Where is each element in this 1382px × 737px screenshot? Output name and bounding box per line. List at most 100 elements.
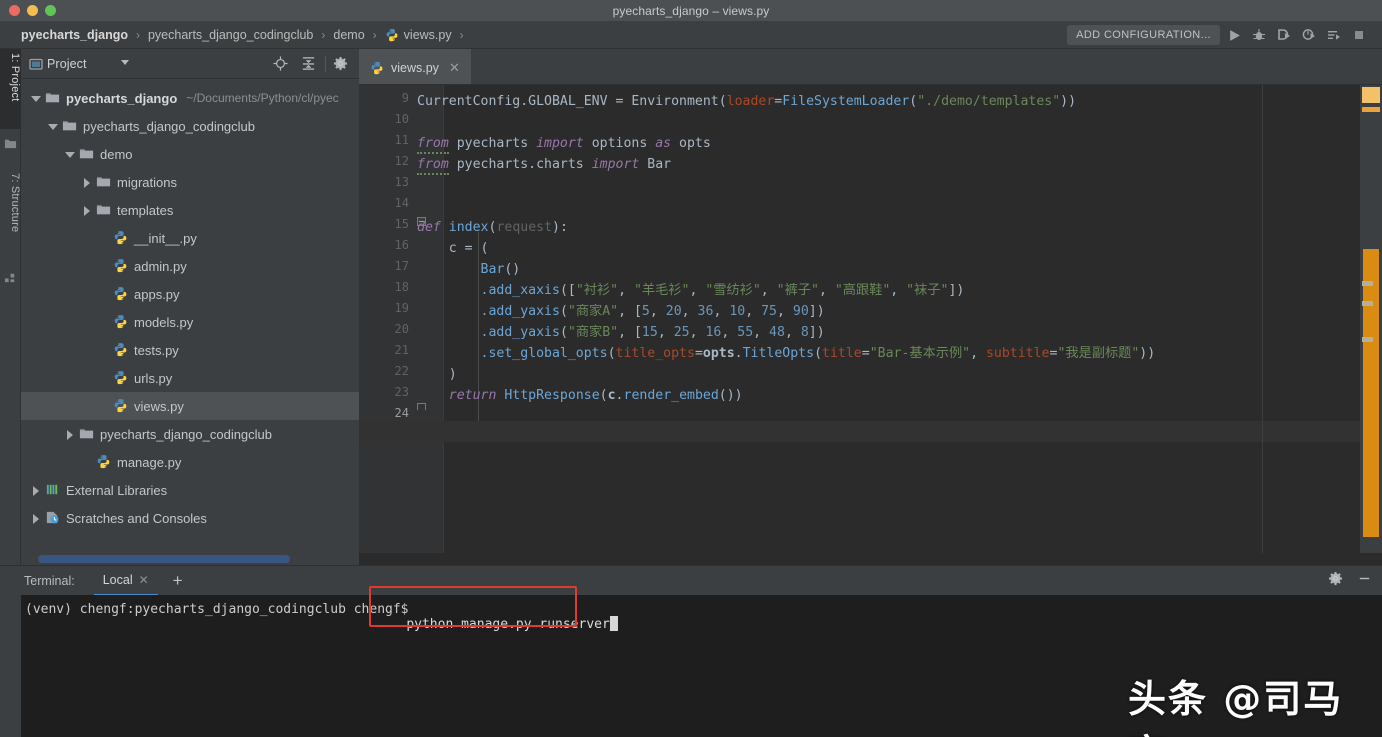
tree-item-pyecharts-django[interactable]: pyecharts_django ~/Documents/Python/cl/py… xyxy=(21,84,359,112)
tree-toggle-arrow[interactable] xyxy=(29,484,42,497)
add-configuration-button[interactable]: ADD CONFIGURATION... xyxy=(1067,25,1220,45)
breadcrumb-separator: › xyxy=(372,27,377,42)
breadcrumb-separator: › xyxy=(459,27,464,42)
folder-icon xyxy=(4,137,17,150)
tree-item-scratches-and-consoles[interactable]: Scratches and Consoles xyxy=(21,504,359,532)
tree-toggle-arrow[interactable] xyxy=(80,204,93,217)
terminal-header: Terminal: Local ✕ + xyxy=(0,565,1382,596)
gear-icon[interactable] xyxy=(1328,571,1343,591)
collapse-all-icon[interactable] xyxy=(301,56,316,71)
tree-item-label: pyecharts_django_codingclub xyxy=(83,118,256,134)
tree-item-templates[interactable]: templates xyxy=(21,196,359,224)
tree-item-demo[interactable]: demo xyxy=(21,140,359,168)
code-line[interactable]: .add_yaxis("商家B", [15, 25, 16, 55, 48, 8… xyxy=(417,322,825,343)
code-line[interactable]: .add_yaxis("商家A", [5, 20, 36, 10, 75, 90… xyxy=(417,301,825,322)
tree-item-urls-py[interactable]: urls.py xyxy=(21,364,359,392)
locate-icon[interactable] xyxy=(273,56,288,71)
tab-views-py[interactable]: views.py ✕ xyxy=(359,49,471,84)
line-number: 20 xyxy=(394,322,409,336)
terminal-command-input[interactable]: python manage.py runserver xyxy=(375,601,618,647)
project-panel-title: Project xyxy=(47,56,87,71)
tree-item-pyecharts-django-codingclub[interactable]: pyecharts_django_codingclub xyxy=(21,420,359,448)
tree-item-models-py[interactable]: models.py xyxy=(21,308,359,336)
close-icon[interactable]: ✕ xyxy=(139,573,149,587)
terminal-tab-label: Local xyxy=(102,572,133,587)
tree-toggle-arrow[interactable] xyxy=(63,148,76,161)
python-file-icon xyxy=(385,28,399,42)
tree-item-manage-py[interactable]: manage.py xyxy=(21,448,359,476)
tree-item-label: admin.py xyxy=(134,258,187,274)
terminal-tab-local[interactable]: Local ✕ xyxy=(93,565,158,596)
tree-item--init-py[interactable]: __init__.py xyxy=(21,224,359,252)
tree-item-views-py[interactable]: views.py xyxy=(21,392,359,420)
line-number: 22 xyxy=(394,364,409,378)
code-line[interactable]: .set_global_opts(title_opts=opts.TitleOp… xyxy=(417,343,1156,364)
scrollbar-thumb[interactable] xyxy=(1363,249,1379,537)
marker-warning[interactable] xyxy=(1362,337,1373,342)
tree-item-label: apps.py xyxy=(134,286,180,302)
title-bar: pyecharts_django – views.py xyxy=(0,0,1382,21)
close-icon[interactable]: ✕ xyxy=(449,60,460,76)
code-editor[interactable]: 9 10 11 12 13 14 15 16 17 18 19 20 21 22 23 24 CurrentC… xyxy=(359,85,1382,553)
marker-warning[interactable] xyxy=(1362,301,1373,306)
line-number: 24 xyxy=(394,406,409,420)
minimize-icon[interactable] xyxy=(1357,571,1372,591)
tree-item-migrations[interactable]: migrations xyxy=(21,168,359,196)
tree-item-pyecharts-django-codingclub[interactable]: pyecharts_django_codingclub xyxy=(21,112,359,140)
code-line[interactable]: from pyecharts import options as opts xyxy=(417,133,711,154)
sidebar-item-project[interactable]: 1: Project xyxy=(0,49,21,129)
stop-icon[interactable] xyxy=(1348,24,1370,46)
sidebar-item-structure[interactable]: 7: Structure xyxy=(0,169,21,265)
code-line[interactable]: def index(request): xyxy=(417,217,568,238)
breadcrumb-item-module[interactable]: pyecharts_django_codingclub xyxy=(147,28,314,42)
tree-item-admin-py[interactable]: admin.py xyxy=(21,252,359,280)
breadcrumb-item-demo[interactable]: demo xyxy=(332,28,365,42)
line-number: 14 xyxy=(394,196,409,210)
terminal-prompt: (venv) chengf:pyecharts_django_codingclu… xyxy=(25,602,417,617)
run-icon[interactable] xyxy=(1223,24,1245,46)
chevron-down-icon[interactable] xyxy=(121,60,129,65)
line-number: 11 xyxy=(394,133,409,147)
breadcrumb-item-project[interactable]: pyecharts_django xyxy=(20,28,129,42)
tree-toggle-arrow[interactable] xyxy=(46,120,59,133)
code-line[interactable]: return HttpResponse(c.render_embed()) xyxy=(417,385,743,406)
code-line[interactable]: .add_xaxis(["衬衫", "羊毛衫", "雪纺衫", "裤子", "高… xyxy=(417,280,965,301)
tree-item-label: tests.py xyxy=(134,342,179,358)
code-line[interactable]: ) xyxy=(417,364,457,385)
tree-item-external-libraries[interactable]: External Libraries xyxy=(21,476,359,504)
tree-horizontal-scrollbar[interactable] xyxy=(38,555,290,563)
tree-item-tests-py[interactable]: tests.py xyxy=(21,336,359,364)
marker-warning[interactable] xyxy=(1362,281,1373,286)
gear-icon[interactable] xyxy=(333,56,348,71)
tree-toggle-arrow[interactable] xyxy=(29,512,42,525)
tree-item-apps-py[interactable]: apps.py xyxy=(21,280,359,308)
code-line[interactable]: c = ( xyxy=(417,238,489,259)
terminal-label: Terminal: xyxy=(24,573,75,588)
code-line[interactable]: from pyecharts.charts import Bar xyxy=(417,154,671,175)
code-text[interactable]: CurrentConfig.GLOBAL_ENV = Environment(l… xyxy=(417,85,1382,553)
add-terminal-tab-button[interactable]: + xyxy=(173,571,183,591)
marker-warning[interactable] xyxy=(1362,87,1380,103)
code-line[interactable]: CurrentConfig.GLOBAL_ENV = Environment(l… xyxy=(417,91,1076,112)
marker-warning[interactable] xyxy=(1362,107,1380,112)
code-line[interactable]: Bar() xyxy=(417,259,521,280)
tree-item-label: migrations xyxy=(117,174,177,190)
debug-icon[interactable] xyxy=(1248,24,1270,46)
tree-toggle-arrow[interactable] xyxy=(63,428,76,441)
folder-icon xyxy=(96,202,112,218)
scratches-icon xyxy=(45,510,61,526)
line-number-gutter: 9 10 11 12 13 14 15 16 17 18 19 20 21 22 23 24 xyxy=(359,85,415,553)
project-tree[interactable]: pyecharts_django ~/Documents/Python/cl/py… xyxy=(21,79,359,553)
divider xyxy=(325,55,326,72)
run-with-console-icon[interactable] xyxy=(1323,24,1345,46)
line-number: 16 xyxy=(394,238,409,252)
run-coverage-icon[interactable] xyxy=(1273,24,1295,46)
tree-toggle-arrow[interactable] xyxy=(80,176,93,189)
right-margin-line xyxy=(1262,85,1263,553)
tree-toggle-arrow[interactable] xyxy=(29,92,42,105)
editor-marker-bar[interactable] xyxy=(1360,85,1382,553)
breadcrumb-item-file[interactable]: views.py xyxy=(384,28,453,42)
profile-icon[interactable] xyxy=(1298,24,1320,46)
